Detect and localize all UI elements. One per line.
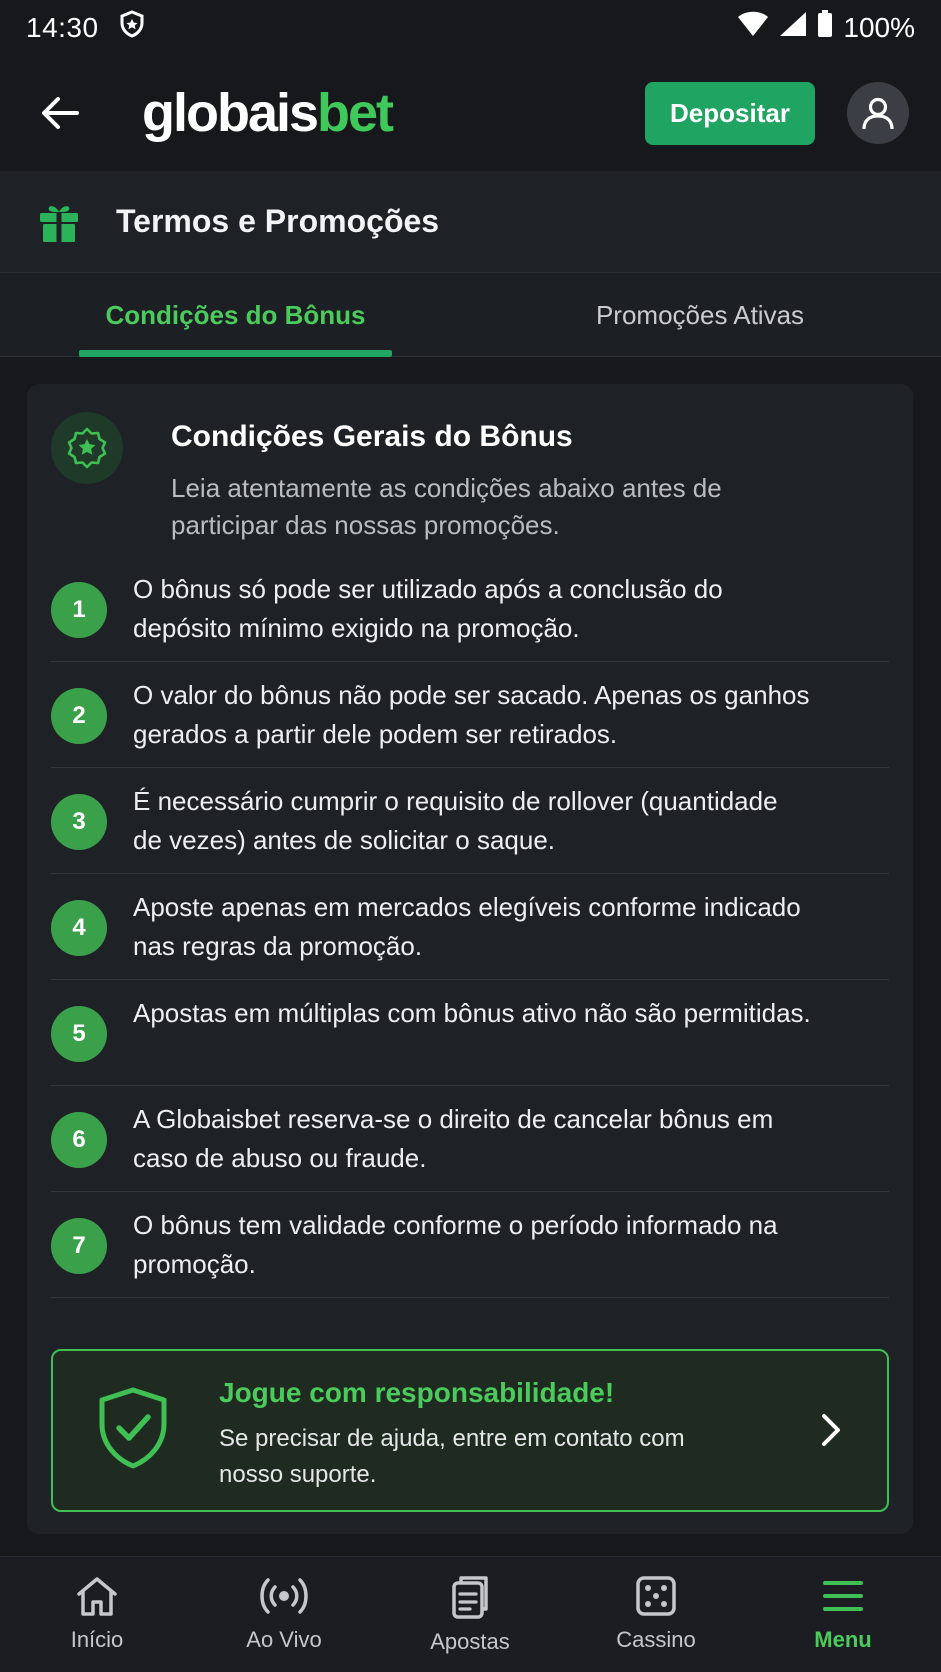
nav-label: Ao Vivo bbox=[246, 1627, 322, 1652]
app-header: globaisbet Depositar bbox=[0, 55, 941, 171]
status-left: 14:30 bbox=[26, 10, 145, 45]
logo-part-accent: bet bbox=[317, 83, 394, 143]
battery-percent: 100% bbox=[843, 11, 915, 43]
responsible-title: Jogue com responsabilidade! bbox=[219, 1377, 615, 1408]
back-button[interactable] bbox=[38, 91, 82, 135]
rule-item: 1 O bônus só pode ser utilizado após a c… bbox=[51, 556, 889, 662]
nav-label: Cassino bbox=[616, 1627, 696, 1652]
user-icon bbox=[862, 97, 894, 130]
rule-item: 2 O valor do bônus não pode ser sacado. … bbox=[51, 662, 889, 768]
rule-item: 6 A Globaisbet reserva-se o direito de c… bbox=[51, 1086, 889, 1192]
gift-icon bbox=[40, 205, 78, 242]
nav-item-menu[interactable]: Menu bbox=[768, 1557, 918, 1672]
rule-text: Aposte apenas em mercados elegíveis conf… bbox=[133, 892, 801, 961]
bottom-nav: Início Ao Vivo Apostas Cassino Menu bbox=[0, 1556, 941, 1672]
bonus-conditions-card: Condições Gerais do Bônus Leia atentamen… bbox=[27, 384, 913, 1534]
rule-item: 3 É necessário cumprir o requisito de ro… bbox=[51, 768, 889, 874]
card-subtitle: Leia atentamente as condições abaixo ant… bbox=[171, 473, 722, 540]
deposit-button[interactable]: Depositar bbox=[645, 81, 815, 145]
tabs: Condições do Bônus Promoções Ativas bbox=[0, 273, 941, 357]
brand-logo: globaisbet bbox=[142, 82, 394, 144]
rule-item: 7 O bônus tem validade conforme o períod… bbox=[51, 1192, 889, 1298]
live-icon bbox=[260, 1578, 308, 1614]
casino-icon bbox=[636, 1576, 676, 1616]
nav-item-bets[interactable]: Apostas bbox=[395, 1557, 545, 1672]
profile-button[interactable] bbox=[847, 82, 909, 144]
nav-label: Menu bbox=[814, 1627, 872, 1652]
wifi-icon bbox=[737, 11, 769, 44]
bets-icon bbox=[452, 1576, 488, 1619]
nav-label: Início bbox=[70, 1627, 124, 1652]
rules-list: 1 O bônus só pode ser utilizado após a c… bbox=[51, 556, 889, 1298]
nav-label: Apostas bbox=[430, 1629, 510, 1654]
rule-text: Apostas em múltiplas com bônus ativo não… bbox=[133, 998, 811, 1028]
rule-number: 1 bbox=[51, 582, 107, 638]
nav-item-casino[interactable]: Cassino bbox=[581, 1557, 731, 1672]
battery-icon bbox=[817, 10, 833, 45]
page-title-bar: Termos e Promoções bbox=[0, 171, 941, 273]
rule-item: 5 Apostas em múltiplas com bônus ativo n… bbox=[51, 980, 889, 1086]
signal-icon bbox=[779, 11, 807, 44]
status-time: 14:30 bbox=[26, 11, 99, 43]
rule-text: É necessário cumprir o requisito de roll… bbox=[133, 786, 778, 855]
rule-number: 6 bbox=[51, 1112, 107, 1168]
logo-part-main: globais bbox=[142, 83, 319, 143]
star-badge-icon bbox=[51, 412, 123, 484]
nav-item-live[interactable]: Ao Vivo bbox=[209, 1557, 359, 1672]
chevron-right-icon bbox=[822, 1414, 840, 1446]
status-bar: 14:30 100% bbox=[0, 0, 941, 55]
rule-number: 7 bbox=[51, 1218, 107, 1274]
card-title: Condições Gerais do Bônus bbox=[171, 420, 573, 453]
rule-text: A Globaisbet reserva-se o direito de can… bbox=[133, 1104, 774, 1173]
tab-active-promotions[interactable]: Promoções Ativas bbox=[560, 273, 840, 357]
rule-text: O valor do bônus não pode ser sacado. Ap… bbox=[133, 680, 810, 749]
rule-item: 4 Aposte apenas em mercados elegíveis co… bbox=[51, 874, 889, 980]
nav-item-home[interactable]: Início bbox=[22, 1557, 172, 1672]
tab-bonus-conditions[interactable]: Condições do Bônus bbox=[79, 273, 392, 357]
rule-number: 4 bbox=[51, 900, 107, 956]
shield-check-icon bbox=[99, 1387, 167, 1469]
rule-text: O bônus tem validade conforme o período … bbox=[133, 1210, 778, 1279]
status-right: 100% bbox=[737, 10, 915, 45]
shield-status-icon bbox=[119, 10, 145, 45]
rule-number: 2 bbox=[51, 688, 107, 744]
responsible-gaming-banner[interactable]: Jogue com responsabilidade! Se precisar … bbox=[51, 1349, 889, 1512]
arrow-left-icon bbox=[42, 97, 79, 129]
home-icon bbox=[77, 1577, 117, 1616]
rule-number: 3 bbox=[51, 794, 107, 850]
rule-number: 5 bbox=[51, 1006, 107, 1062]
rule-text: O bônus só pode ser utilizado após a con… bbox=[133, 574, 723, 643]
page-title: Termos e Promoções bbox=[116, 203, 440, 239]
menu-icon bbox=[823, 1581, 863, 1611]
responsible-text: Se precisar de ajuda, entre em contato c… bbox=[219, 1425, 685, 1488]
